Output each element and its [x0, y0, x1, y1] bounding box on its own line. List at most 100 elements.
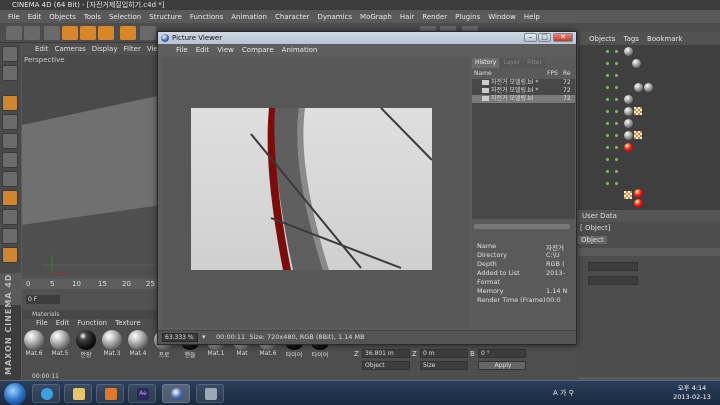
- apply-button[interactable]: Apply: [478, 361, 526, 370]
- use-texture-tool-icon[interactable]: [2, 95, 18, 111]
- menu-window[interactable]: Window: [484, 13, 520, 21]
- maximize-icon[interactable]: □: [538, 33, 551, 42]
- menu-help[interactable]: Help: [520, 13, 544, 21]
- material-tag-icon[interactable]: [624, 95, 633, 104]
- zoom-dropdown-icon[interactable]: ▾: [202, 333, 206, 341]
- move-icon[interactable]: [62, 26, 78, 40]
- tab-history[interactable]: History: [472, 58, 500, 68]
- history-row[interactable]: 자전거 모델링.bl 72: [472, 95, 575, 103]
- texture-tag-icon[interactable]: [634, 131, 642, 139]
- material-tag-icon[interactable]: [624, 107, 633, 116]
- coord-mode-select[interactable]: Object: [362, 361, 410, 370]
- utility-app-icon[interactable]: [196, 384, 224, 403]
- attributes-tab-object[interactable]: Object: [578, 236, 607, 244]
- menu-animation[interactable]: Animation: [227, 13, 271, 21]
- menu-character[interactable]: Character: [271, 13, 314, 21]
- pv-menu-compare[interactable]: Compare: [238, 46, 278, 54]
- history-row[interactable]: 자전거 모델링.bl * 72: [472, 87, 575, 95]
- pv-menu-animation[interactable]: Animation: [278, 46, 322, 54]
- axis-tool-icon[interactable]: [2, 190, 18, 206]
- picture-viewer-title-bar[interactable]: Picture Viewer – □ ✕: [158, 32, 576, 44]
- file-explorer-icon[interactable]: [64, 384, 92, 403]
- viewport-menu-filter[interactable]: Filter: [121, 45, 144, 53]
- cinema4d-taskbar-icon[interactable]: [162, 384, 190, 403]
- coord-z-size[interactable]: 0 m: [420, 349, 468, 358]
- object-menu-objects[interactable]: Objects: [585, 35, 619, 43]
- object-menu-tags[interactable]: Tags: [619, 35, 643, 43]
- material-item[interactable]: Mat.3: [100, 330, 124, 364]
- material-tag-icon[interactable]: [632, 59, 641, 68]
- redo-icon[interactable]: [24, 26, 40, 40]
- axis-icon[interactable]: [120, 26, 136, 40]
- snap-tool-icon[interactable]: [2, 228, 18, 244]
- material-tag-icon[interactable]: [624, 143, 633, 152]
- material-tag-icon[interactable]: [634, 83, 643, 92]
- material-menu-texture[interactable]: Texture: [111, 319, 145, 329]
- material-item[interactable]: Mat.6: [22, 330, 46, 364]
- pv-menu-edit[interactable]: Edit: [192, 46, 214, 54]
- menu-selection[interactable]: Selection: [105, 13, 145, 21]
- texture-tag-icon[interactable]: [624, 191, 632, 199]
- material-tag-icon[interactable]: [624, 119, 633, 128]
- viewport-menu-cameras[interactable]: Cameras: [52, 45, 89, 53]
- material-menu-function[interactable]: Function: [73, 319, 111, 329]
- zoom-field[interactable]: 63.333 %: [162, 333, 198, 342]
- menu-functions[interactable]: Functions: [186, 13, 227, 21]
- x-axis-icon[interactable]: [140, 26, 156, 40]
- material-item[interactable]: Mat.5: [48, 330, 72, 364]
- use-object-tool-icon[interactable]: [2, 65, 18, 81]
- material-tag-icon[interactable]: [624, 47, 633, 56]
- material-menu-edit[interactable]: Edit: [52, 319, 74, 329]
- close-icon[interactable]: ✕: [553, 33, 573, 42]
- menu-objects[interactable]: Objects: [45, 13, 79, 21]
- material-tag-icon[interactable]: [634, 189, 643, 198]
- media-player-icon[interactable]: [96, 384, 124, 403]
- tab-filter[interactable]: Filter: [524, 58, 545, 68]
- minimize-icon[interactable]: –: [524, 33, 537, 42]
- timeline[interactable]: 0 5 10 15 20 25 0 F: [22, 275, 162, 310]
- edges-tool-icon[interactable]: [2, 152, 18, 168]
- internet-explorer-icon[interactable]: [32, 384, 60, 403]
- menu-edit[interactable]: Edit: [24, 13, 46, 21]
- polygons-tool-icon[interactable]: [2, 171, 18, 187]
- history-scrollbar[interactable]: [474, 224, 570, 229]
- material-tag-icon[interactable]: [624, 131, 633, 140]
- object-menu-bookmark[interactable]: Bookmark: [643, 35, 686, 43]
- history-row[interactable]: 자전거 모델링.bl * 72: [472, 79, 575, 87]
- menu-plugins[interactable]: Plugins: [451, 13, 484, 21]
- after-effects-icon[interactable]: Ae: [128, 384, 156, 403]
- object-list[interactable]: [578, 45, 720, 215]
- picture-viewer-canvas[interactable]: [162, 58, 470, 328]
- use-texture-axis-icon[interactable]: [2, 114, 18, 130]
- scale-icon[interactable]: [80, 26, 96, 40]
- attribute-field[interactable]: [588, 262, 638, 271]
- texture-tag-icon[interactable]: [634, 107, 642, 115]
- system-tray[interactable]: A 가 ⚲: [553, 388, 574, 398]
- tab-layer[interactable]: Layer: [500, 58, 524, 68]
- coord-size-select[interactable]: Size: [420, 361, 468, 370]
- current-frame-field[interactable]: 0 F: [26, 295, 60, 304]
- material-item[interactable]: Mat.4: [126, 330, 150, 364]
- menu-dynamics[interactable]: Dynamics: [314, 13, 357, 21]
- tweak-tool-icon[interactable]: [2, 209, 18, 225]
- workplane-icon[interactable]: [2, 247, 18, 263]
- system-clock[interactable]: 오후 4:14 2013-02-13: [668, 384, 716, 402]
- menu-render[interactable]: Render: [418, 13, 451, 21]
- viewport[interactable]: Perspective: [22, 55, 162, 275]
- rotate-icon[interactable]: [98, 26, 114, 40]
- coord-z-position[interactable]: 36.801 m: [362, 349, 410, 358]
- material-tag-icon[interactable]: [634, 199, 643, 208]
- menu-tools[interactable]: Tools: [80, 13, 105, 21]
- use-model-tool-icon[interactable]: [2, 46, 18, 62]
- viewport-menu-display[interactable]: Display: [89, 45, 121, 53]
- material-tag-icon[interactable]: [644, 83, 653, 92]
- start-button[interactable]: [4, 383, 26, 405]
- attribute-field[interactable]: [588, 276, 638, 285]
- viewport-menu-edit[interactable]: Edit: [32, 45, 52, 53]
- coord-z-rotation[interactable]: 0 °: [478, 349, 526, 358]
- menu-structure[interactable]: Structure: [145, 13, 186, 21]
- live-selection-icon[interactable]: [44, 26, 60, 40]
- pv-menu-view[interactable]: View: [213, 46, 238, 54]
- menu-hair[interactable]: Hair: [396, 13, 418, 21]
- points-tool-icon[interactable]: [2, 133, 18, 149]
